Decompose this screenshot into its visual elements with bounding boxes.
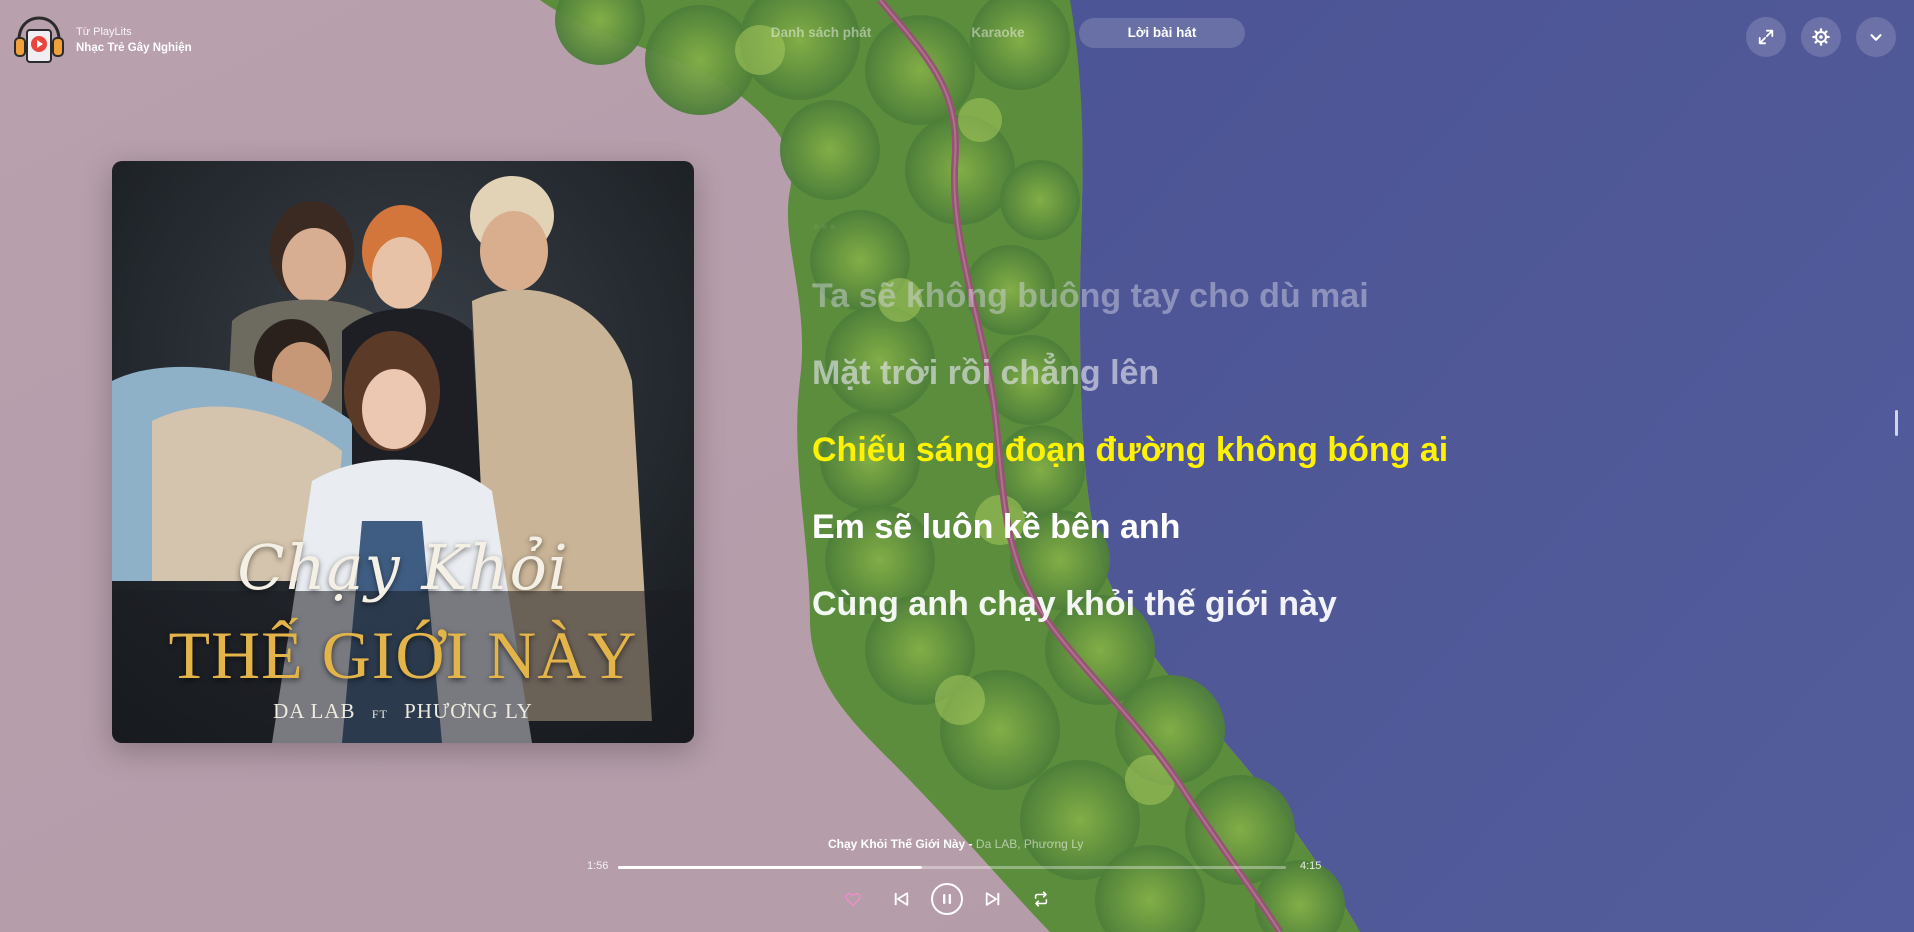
skip-next-icon xyxy=(985,892,1000,906)
settings-button[interactable] xyxy=(1801,17,1841,57)
top-actions xyxy=(1746,17,1896,57)
cover-artist-left: DA LAB xyxy=(273,699,356,723)
collapse-button[interactable] xyxy=(1856,17,1896,57)
lyric-line[interactable]: Em sẽ luôn kề bên anh xyxy=(812,507,1712,584)
cover-artist-right: PHƯƠNG LY xyxy=(404,699,533,723)
lyric-line-faint: ... xyxy=(812,203,838,236)
song-title: Chạy Khỏi Thế Giới Này xyxy=(828,837,966,851)
cover-ft: FT xyxy=(371,707,388,721)
title-separator: - xyxy=(965,837,976,851)
view-tabs: Danh sách phát Karaoke Lời bài hát xyxy=(725,18,1245,48)
tab-lyrics[interactable]: Lời bài hát xyxy=(1079,18,1245,48)
expand-icon xyxy=(1758,29,1774,45)
progress-bar[interactable] xyxy=(618,866,1286,869)
album-cover: Chạy Khỏi THẾ GIỚI NÀY DA LAB FT PHƯƠNG … xyxy=(112,161,694,743)
playlist-name: Nhạc Trẻ Gây Nghiện xyxy=(76,42,192,54)
lyrics-panel[interactable]: ... Ta sẽ không buông tay cho dù mai Mặt… xyxy=(812,200,1712,661)
playback-controls xyxy=(843,883,1051,915)
fullscreen-button[interactable] xyxy=(1746,17,1786,57)
gear-icon xyxy=(1812,28,1830,46)
lyric-line[interactable]: Cùng anh chạy khỏi thế giới này xyxy=(812,584,1712,661)
repeat-icon xyxy=(1034,891,1048,907)
song-artists: Da LAB, Phương Ly xyxy=(975,837,1084,851)
headphones-play-icon xyxy=(14,16,64,63)
pause-button[interactable] xyxy=(931,883,963,915)
chevron-down-icon xyxy=(1870,34,1882,41)
playlist-source[interactable]: Từ PlayLits Nhạc Trẻ Gây Nghiện xyxy=(12,14,192,66)
source-label: Từ PlayLits xyxy=(76,26,132,38)
skip-previous-icon xyxy=(894,892,909,906)
lyric-line-active[interactable]: Chiếu sáng đoạn đường không bóng ai xyxy=(812,430,1712,507)
cover-script-title: Chạy Khỏi xyxy=(237,531,569,604)
repeat-button[interactable] xyxy=(1031,890,1051,908)
pause-icon xyxy=(943,894,951,904)
cover-artists: DA LAB FT PHƯƠNG LY xyxy=(112,699,694,724)
total-time: 4:15 xyxy=(1300,860,1322,872)
previous-button[interactable] xyxy=(891,890,911,908)
heart-icon xyxy=(845,892,861,907)
cover-title: THẾ GIỚI NÀY xyxy=(168,617,638,693)
favorite-button[interactable] xyxy=(843,890,863,908)
next-button[interactable] xyxy=(983,890,1003,908)
now-playing-info: Chạy Khỏi Thế Giới Này - Da LAB, Phương … xyxy=(828,837,1083,851)
lyric-line[interactable]: Ta sẽ không buông tay cho dù mai xyxy=(812,276,1712,353)
elapsed-time: 1:56 xyxy=(587,860,609,872)
progress-fill xyxy=(618,866,922,869)
lyrics-scrollbar[interactable] xyxy=(1895,410,1898,436)
tab-playlist[interactable]: Danh sách phát xyxy=(725,18,917,48)
lyric-line[interactable]: Mặt trời rồi chẳng lên xyxy=(812,353,1712,430)
tab-karaoke[interactable]: Karaoke xyxy=(917,18,1079,48)
